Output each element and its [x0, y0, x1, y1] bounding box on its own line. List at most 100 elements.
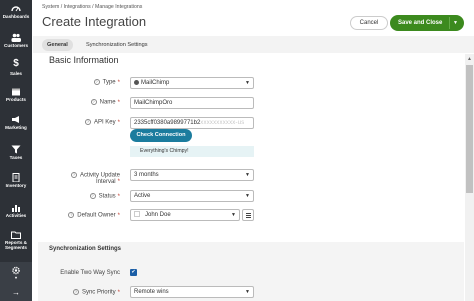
- sidebar-item-products[interactable]: Products: [0, 87, 32, 102]
- two-way-sync-label: Enable Two Way Sync: [60, 270, 120, 276]
- sidebar-item-reports[interactable]: Reports & Segments: [0, 230, 32, 250]
- sync-priority-label: ? Sync Priority *: [50, 289, 120, 296]
- api-key-value: 2335cff0380a9899771b2: [134, 120, 201, 126]
- users-icon: [11, 33, 21, 42]
- sidebar-item-activities[interactable]: Activities: [0, 203, 32, 218]
- chevron-down-icon: ▼: [245, 193, 250, 199]
- default-owner-select[interactable]: John Doe ▼: [130, 209, 240, 221]
- sidebar-settings-button[interactable]: ▾: [0, 266, 32, 280]
- tab-bar: General Synchronization Settings: [33, 36, 474, 53]
- sidebar-item-sales[interactable]: $ Sales: [0, 58, 32, 77]
- type-value: MailChimp: [141, 80, 170, 86]
- scrollbar-thumb[interactable]: [466, 65, 473, 193]
- activity-interval-label: ? Activity Update Interval *: [50, 172, 120, 185]
- mailchimp-logo-icon: [134, 79, 139, 85]
- bars-chart-icon: [12, 205, 20, 212]
- breadcrumb[interactable]: System / Integrations / Manage Integrati…: [42, 4, 142, 10]
- default-owner-label-text: Default Owner: [77, 212, 116, 219]
- section-title-basic-information: Basic Information: [49, 55, 119, 65]
- chevron-down-icon[interactable]: ▼: [453, 15, 458, 31]
- sidebar-item-label: Reports & Segments: [5, 240, 27, 250]
- required-marker: *: [117, 119, 120, 126]
- avatar: [134, 211, 140, 217]
- sidebar-item-label: Activities: [5, 213, 27, 218]
- gear-icon: [12, 266, 20, 275]
- sidebar-item-label: Products: [6, 97, 26, 102]
- status-value: Active: [134, 193, 151, 199]
- sidebar-item-customers[interactable]: Customers: [0, 33, 32, 48]
- sidebar-item-label: Marketing: [5, 125, 27, 130]
- api-key-input[interactable]: 2335cff0380a9899771b2xxxxxxxxxxx-us: [130, 117, 254, 129]
- megaphone-icon: [12, 116, 19, 123]
- check-connection-button[interactable]: Check Connection: [130, 129, 192, 142]
- two-way-sync-checkbox[interactable]: ✔: [130, 269, 137, 276]
- speedometer-icon: [11, 6, 21, 12]
- api-key-value-blurred: xxxxxxxxxxx-us: [200, 120, 245, 126]
- sidebar-item-label: Sales: [9, 71, 22, 76]
- help-icon[interactable]: ?: [84, 119, 91, 125]
- api-key-label: ? API Key *: [50, 119, 120, 126]
- sync-priority-label-text: Sync Priority: [81, 289, 116, 296]
- chevron-down-icon: ▼: [245, 289, 250, 295]
- chevron-down-icon: ▾: [14, 275, 17, 280]
- required-marker: *: [117, 178, 120, 185]
- arrow-right-icon: →: [12, 288, 20, 297]
- sidebar-item-label: Taxes: [9, 155, 23, 160]
- help-icon[interactable]: ?: [70, 172, 77, 178]
- sync-priority-select[interactable]: Remote wins ▼: [130, 286, 254, 298]
- save-and-close-label: Save and Close: [398, 20, 443, 26]
- folder-icon: [11, 231, 21, 239]
- main-sidebar: Dashboards Customers $ Sales Products Ma…: [0, 0, 32, 301]
- required-marker: *: [117, 289, 120, 296]
- sidebar-item-label: Dashboards: [2, 14, 30, 19]
- status-label: ? Status *: [50, 193, 120, 200]
- checkmark-icon: ✔: [131, 269, 136, 275]
- section-title-sync-settings: Synchronization Settings: [49, 246, 122, 252]
- filter-icon: [11, 145, 21, 154]
- chevron-down-icon: ▼: [231, 212, 236, 218]
- required-marker: *: [117, 193, 120, 200]
- sidebar-item-dashboards[interactable]: Dashboards: [0, 4, 32, 19]
- default-owner-label: ? Default Owner *: [50, 212, 120, 219]
- box-icon: [12, 88, 20, 96]
- help-icon[interactable]: ?: [68, 212, 75, 218]
- cancel-button[interactable]: Cancel: [350, 16, 388, 30]
- help-icon[interactable]: ?: [93, 79, 100, 85]
- sidebar-item-label: Inventory: [5, 183, 27, 188]
- help-icon[interactable]: ?: [89, 193, 96, 199]
- required-marker: *: [117, 212, 120, 219]
- tab-synchronization-settings[interactable]: Synchronization Settings: [81, 39, 153, 51]
- sidebar-item-marketing[interactable]: Marketing: [0, 115, 32, 130]
- sidebar-item-label: Customers: [4, 43, 28, 48]
- api-key-label-text: API Key: [93, 119, 116, 126]
- type-label-text: Type: [102, 79, 116, 86]
- scroll-up-icon[interactable]: ▲: [465, 56, 474, 62]
- save-and-close-button[interactable]: Save and Close ▼: [390, 15, 464, 31]
- name-input[interactable]: MailChimpOro: [130, 97, 254, 109]
- name-label-text: Name: [99, 99, 116, 106]
- status-label-text: Status: [98, 193, 116, 200]
- type-select[interactable]: MailChimp ▼: [130, 77, 254, 89]
- sync-priority-value: Remote wins: [134, 289, 169, 295]
- name-label: ? Name *: [50, 99, 120, 106]
- status-select[interactable]: Active ▼: [130, 190, 254, 202]
- sidebar-expand-button[interactable]: →: [0, 288, 32, 297]
- page-title: Create Integration: [42, 14, 147, 29]
- default-owner-value: John Doe: [145, 212, 171, 218]
- required-marker: *: [117, 79, 120, 86]
- owner-list-button[interactable]: [242, 209, 254, 221]
- tab-general[interactable]: General: [42, 39, 73, 51]
- activity-interval-select[interactable]: 3 months ▼: [130, 169, 254, 181]
- connection-success-message: Everything's Chimpy!: [130, 146, 254, 157]
- chevron-down-icon: ▼: [245, 172, 250, 178]
- activity-interval-label-text: Activity Update Interval: [79, 172, 120, 185]
- dollar-icon: $: [13, 58, 19, 69]
- sidebar-item-taxes[interactable]: Taxes: [0, 145, 32, 160]
- help-icon[interactable]: ?: [72, 289, 79, 295]
- sidebar-item-inventory[interactable]: Inventory: [0, 173, 32, 188]
- help-icon[interactable]: ?: [90, 99, 97, 105]
- type-label: ? Type *: [50, 79, 120, 86]
- chevron-down-icon: ▼: [245, 80, 250, 86]
- button-divider: [449, 17, 450, 29]
- clipboard-icon: [12, 173, 20, 182]
